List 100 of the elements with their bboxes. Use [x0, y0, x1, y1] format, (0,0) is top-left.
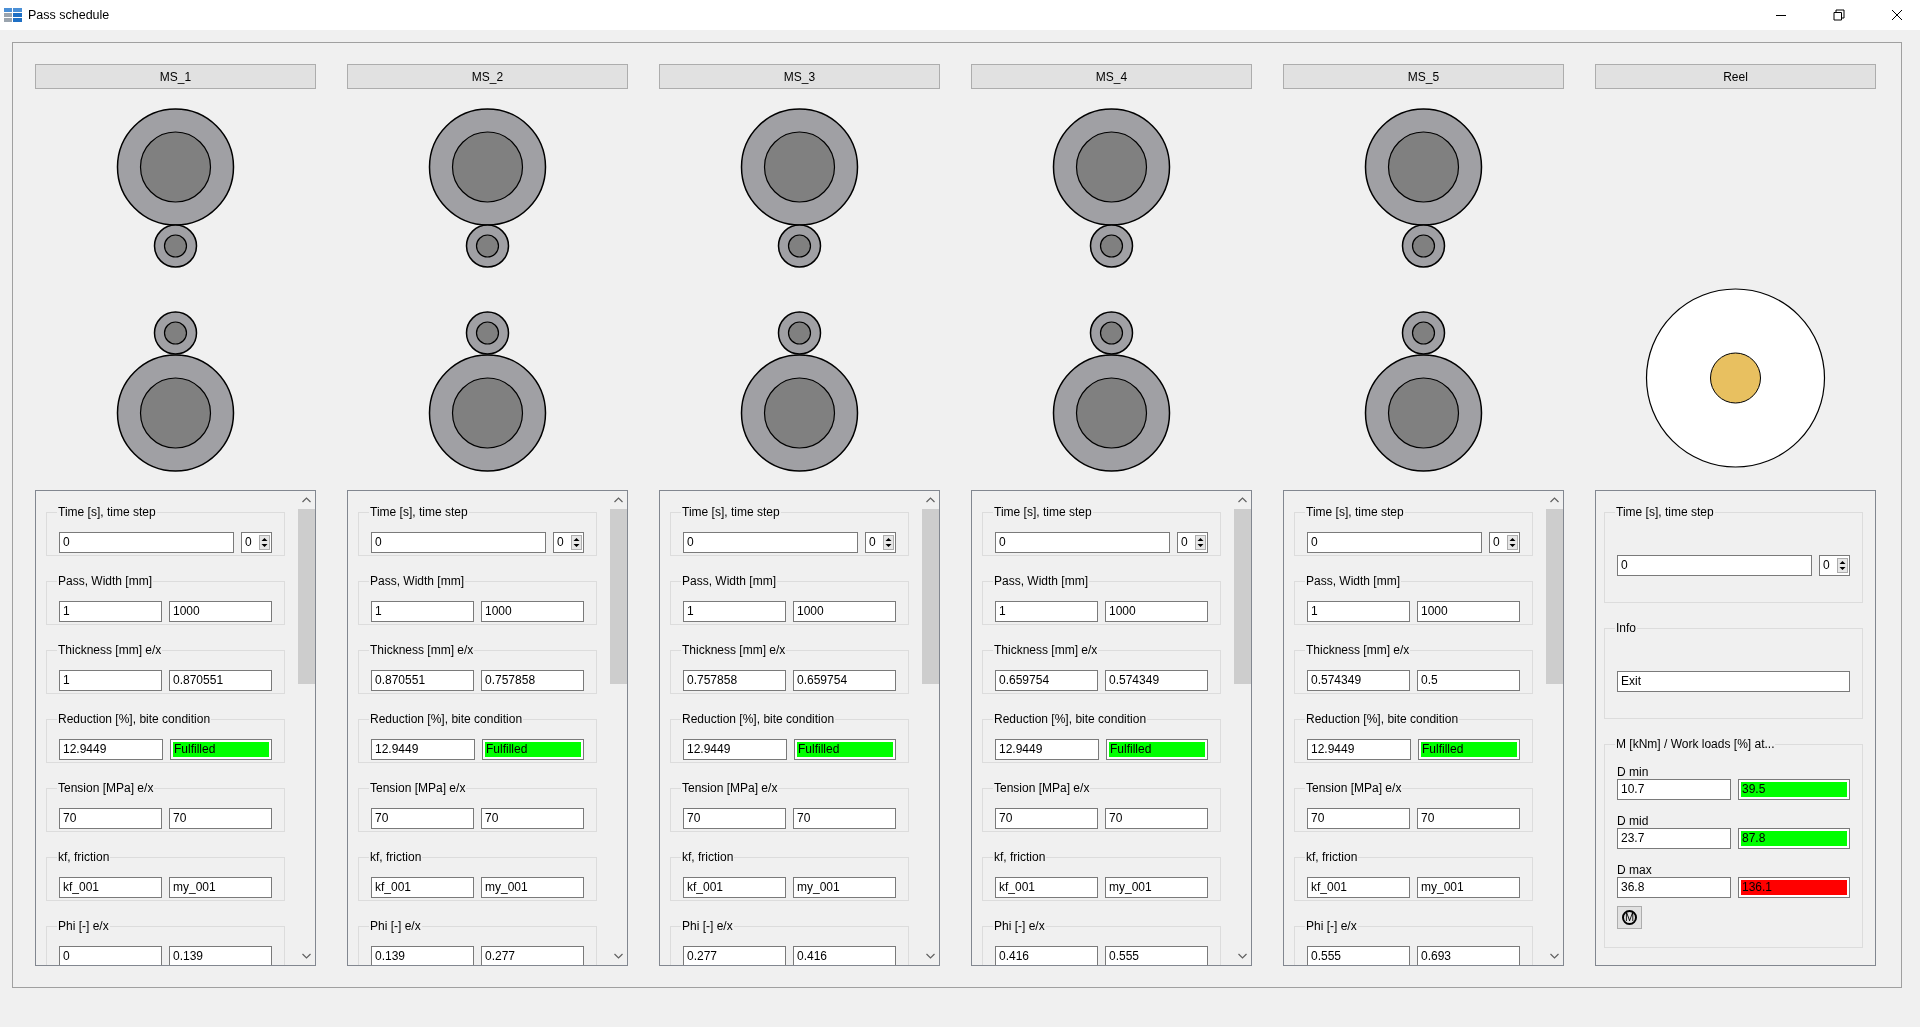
text-field[interactable]: 70 [1307, 808, 1410, 829]
group-label: Thickness [mm] e/x [681, 643, 787, 657]
group-label: Info [1615, 621, 1637, 635]
scroll-up-icon[interactable] [1550, 497, 1559, 503]
text-field[interactable]: 1 [371, 601, 474, 622]
text-field[interactable]: 0 [1307, 532, 1482, 553]
text-field[interactable]: 0.870551 [169, 670, 272, 691]
window-title: Pass schedule [28, 8, 110, 22]
text-field[interactable]: 0.555 [1105, 946, 1208, 965]
group-label: Time [s], time step [681, 505, 781, 519]
group-label: Time [s], time step [1305, 505, 1405, 519]
scroll-down-icon[interactable] [302, 953, 311, 959]
text-field[interactable]: 1000 [793, 601, 896, 622]
scroll-up-icon[interactable] [1238, 497, 1247, 503]
group-label: Time [s], time step [369, 505, 469, 519]
text-field[interactable]: 0 [59, 946, 162, 965]
text-field[interactable]: 70 [169, 808, 272, 829]
text-field[interactable]: 1 [683, 601, 786, 622]
group-label: Pass, Width [mm] [369, 574, 465, 588]
motor-button[interactable]: M [1617, 906, 1642, 929]
text-field[interactable]: 12.9449 [1307, 739, 1411, 760]
text-field[interactable]: 23.7 [1617, 828, 1731, 849]
stand-header: MS_5 [1283, 64, 1564, 89]
text-field[interactable]: kf_001 [59, 877, 162, 898]
text-field[interactable]: 1 [59, 670, 162, 691]
text-field[interactable]: 0.139 [371, 946, 474, 965]
group-label: Thickness [mm] e/x [1305, 643, 1411, 657]
text-field[interactable]: Exit [1617, 671, 1850, 692]
text-field[interactable]: 0.555 [1307, 946, 1410, 965]
text-field[interactable]: kf_001 [1307, 877, 1410, 898]
scroll-up-icon[interactable] [614, 497, 623, 503]
text-field[interactable]: 0.757858 [683, 670, 786, 691]
text-field[interactable]: 0 [683, 532, 858, 553]
text-field[interactable]: kf_001 [995, 877, 1098, 898]
text-field[interactable]: 0 [1617, 555, 1812, 576]
scrollbar-thumb[interactable] [922, 509, 939, 684]
spin-box[interactable]: 0 [1819, 555, 1850, 576]
text-field[interactable]: 0.870551 [371, 670, 474, 691]
text-field[interactable]: kf_001 [371, 877, 474, 898]
text-field[interactable]: my_001 [793, 877, 896, 898]
text-field[interactable]: my_001 [169, 877, 272, 898]
text-field[interactable]: 0.416 [995, 946, 1098, 965]
text-field[interactable]: 1000 [1105, 601, 1208, 622]
scroll-up-icon[interactable] [926, 497, 935, 503]
text-field[interactable]: 12.9449 [995, 739, 1099, 760]
text-field[interactable]: 70 [59, 808, 162, 829]
text-field[interactable]: 12.9449 [683, 739, 787, 760]
text-field[interactable]: 0.693 [1417, 946, 1520, 965]
scroll-down-icon[interactable] [1550, 953, 1559, 959]
text-field[interactable]: 0.574349 [1105, 670, 1208, 691]
text-field[interactable]: 70 [793, 808, 896, 829]
text-field[interactable]: 12.9449 [59, 739, 163, 760]
spin-box[interactable]: 0 [241, 532, 272, 553]
text-field[interactable]: 1000 [1417, 601, 1520, 622]
text-field[interactable]: 70 [995, 808, 1098, 829]
text-field[interactable]: 0.659754 [793, 670, 896, 691]
text-field[interactable]: 0.277 [683, 946, 786, 965]
text-field[interactable]: 0.139 [169, 946, 272, 965]
text-field[interactable]: 0.659754 [995, 670, 1098, 691]
scroll-up-icon[interactable] [302, 497, 311, 503]
text-field[interactable]: 70 [1105, 808, 1208, 829]
text-field[interactable]: 70 [371, 808, 474, 829]
scrollbar-thumb[interactable] [1234, 509, 1251, 684]
text-field[interactable]: 1 [1307, 601, 1410, 622]
scrollbar-thumb[interactable] [298, 509, 315, 684]
text-field[interactable]: 70 [1417, 808, 1520, 829]
text-field[interactable]: 70 [683, 808, 786, 829]
group-label: Tension [MPa] e/x [993, 781, 1091, 795]
close-icon [1891, 9, 1903, 21]
scroll-down-icon[interactable] [614, 953, 623, 959]
text-field[interactable]: 0.757858 [481, 670, 584, 691]
text-field[interactable]: 36.8 [1617, 877, 1731, 898]
text-field[interactable]: 0.416 [793, 946, 896, 965]
text-field[interactable]: kf_001 [683, 877, 786, 898]
text-field[interactable]: my_001 [1105, 877, 1208, 898]
text-field[interactable]: 0 [995, 532, 1170, 553]
text-field[interactable]: 10.7 [1617, 779, 1731, 800]
text-field[interactable]: 0.574349 [1307, 670, 1410, 691]
text-field[interactable]: 1 [995, 601, 1098, 622]
spin-box[interactable]: 0 [865, 532, 896, 553]
text-field[interactable]: 1 [59, 601, 162, 622]
group-label: Pass, Width [mm] [57, 574, 153, 588]
scrollbar-thumb[interactable] [610, 509, 627, 684]
text-field[interactable]: my_001 [481, 877, 584, 898]
text-field[interactable]: my_001 [1417, 877, 1520, 898]
text-field[interactable]: 1000 [481, 601, 584, 622]
text-field[interactable]: 0 [371, 532, 546, 553]
scrollbar-thumb[interactable] [1546, 509, 1563, 684]
text-field[interactable]: 0 [59, 532, 234, 553]
scroll-down-icon[interactable] [926, 953, 935, 959]
text-field[interactable]: 1000 [169, 601, 272, 622]
text-field[interactable]: 12.9449 [371, 739, 475, 760]
spin-box[interactable]: 0 [1489, 532, 1520, 553]
text-field[interactable]: 0.277 [481, 946, 584, 965]
text-field[interactable]: 0.5 [1417, 670, 1520, 691]
spin-box[interactable]: 0 [1177, 532, 1208, 553]
spin-box[interactable]: 0 [553, 532, 584, 553]
scroll-down-icon[interactable] [1238, 953, 1247, 959]
group-label: Thickness [mm] e/x [993, 643, 1099, 657]
text-field[interactable]: 70 [481, 808, 584, 829]
